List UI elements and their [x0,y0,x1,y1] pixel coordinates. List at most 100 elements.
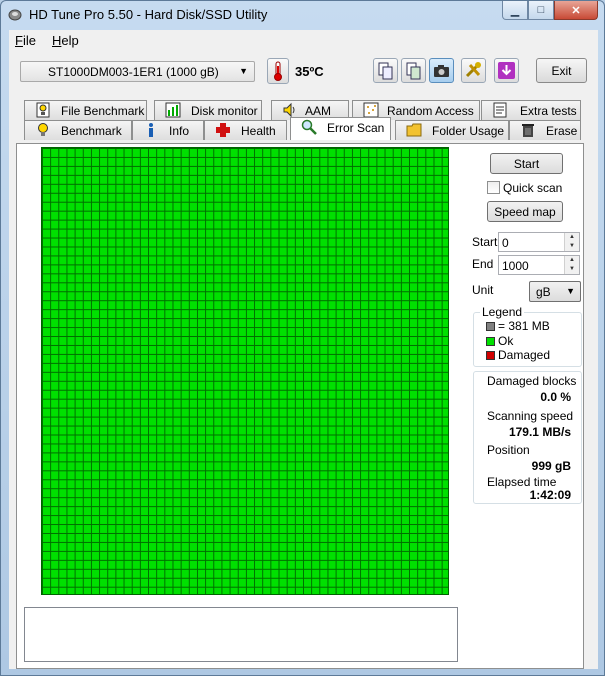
tab-health[interactable]: Health [204,120,287,140]
temperature-readout: 35ºC [295,64,324,79]
legend-ok: Ok [498,334,514,348]
damaged-swatch [486,351,495,360]
unit-select[interactable]: gB ▼ [529,281,581,302]
tab-file-benchmark-label: File Benchmark [61,104,145,118]
legend-block-size: = 381 MB [498,319,550,333]
tab-error-scan-label: Error Scan [327,121,385,135]
menu-file[interactable]: File [15,33,36,48]
menu-file-label: ile [22,33,36,48]
elapsed-time-label: Elapsed time [487,475,557,489]
spin-up-icon[interactable]: ▲ [565,233,579,242]
ok-swatch [486,337,495,346]
start-position-value: 0 [502,236,509,250]
copy-info-button[interactable] [373,58,398,83]
quick-scan-checkbox[interactable] [487,181,500,194]
hd-tune-app-icon [8,9,22,21]
lightbulb-icon [38,123,48,136]
options-button[interactable] [461,58,486,83]
exit-button[interactable]: Exit [536,58,587,83]
tab-aam-label: AAM [305,104,332,118]
tab-extra-tests-label: Extra tests [520,104,577,118]
legend-damaged: Damaged [498,348,551,362]
screenshot-button[interactable] [429,58,454,83]
scan-block-map [41,147,449,595]
tab-info-label: Info [169,124,190,138]
file-benchmark-icon [36,102,50,118]
menu-bar: File Help [9,30,598,50]
menu-help-label: elp [61,33,79,48]
tab-info[interactable]: Info [132,120,204,140]
damaged-blocks-value: 0.0 % [540,390,571,404]
start-scan-button[interactable]: Start [490,153,563,174]
close-button[interactable]: ✕ [554,1,598,20]
spin-down-icon[interactable]: ▼ [565,265,579,274]
app-window: HD Tune Pro 5.50 - Hard Disk/SSD Utility… [0,0,605,676]
minimize-icon: ▁ [510,4,520,17]
random-access-icon [363,102,379,118]
tab-folder-usage-label: Folder Usage [432,124,505,138]
window-title: HD Tune Pro 5.50 - Hard Disk/SSD Utility [29,7,268,22]
maximize-icon: □ [537,4,545,16]
health-cross-icon [216,123,230,137]
quick-scan-label[interactable]: Quick scan [503,181,562,195]
folder-icon [406,123,422,137]
toolbar: ST1000DM003-1ER1 (1000 gB) ▼ 35ºC Exit [9,52,598,92]
camera-icon [434,65,449,77]
end-position-value: 1000 [502,259,529,273]
title-bar[interactable]: HD Tune Pro 5.50 - Hard Disk/SSD Utility… [1,1,604,29]
tab-benchmark-label: Benchmark [61,124,122,138]
chevron-down-icon: ▼ [566,286,575,296]
minimize-button[interactable]: ▁ [502,1,528,20]
scan-log-box[interactable] [24,607,458,662]
position-label: Position [487,443,530,457]
menu-help[interactable]: Help [52,33,79,48]
start-position-stepper[interactable]: 0 ▲ ▼ [498,232,580,252]
damaged-blocks-label: Damaged blocks [487,374,577,388]
block-swatch [486,322,495,331]
speed-map-button[interactable]: Speed map [487,201,563,222]
thermometer-icon [267,58,289,84]
copy-all-icon [406,62,421,80]
unit-label: Unit [472,283,494,297]
tab-row-bottom: Benchmark Info Health Error Scan Folder … [9,117,598,140]
position-value: 999 gB [531,459,571,473]
end-field-label: End [472,257,494,271]
start-field-label: Start [472,235,498,249]
chevron-down-icon: ▼ [239,66,248,76]
unit-select-value: gB [536,285,551,299]
tab-file-benchmark[interactable]: File Benchmark [24,100,147,120]
save-button[interactable] [494,58,519,83]
error-scan-panel: Start Quick scan Speed map Start 0 ▲ ▼ En… [16,143,584,669]
tab-folder-usage[interactable]: Folder Usage [395,120,509,140]
tab-erase-label: Erase [546,124,578,138]
tab-disk-monitor-label: Disk monitor [191,104,258,118]
speaker-icon [283,102,295,118]
menu-help-accel: H [52,33,62,48]
close-icon: ✕ [571,4,581,17]
legend-title: Legend [480,305,525,319]
download-arrow-icon [498,62,515,79]
maximize-button[interactable]: □ [528,1,554,20]
menu-file-accel: F [15,33,23,48]
tab-disk-monitor[interactable]: Disk monitor [154,100,262,120]
end-position-stepper[interactable]: 1000 ▲ ▼ [498,255,580,275]
spin-up-icon[interactable]: ▲ [565,256,579,265]
info-icon [149,123,153,137]
tools-icon [465,62,481,78]
tab-health-label: Health [241,124,276,138]
magnifier-icon [301,119,317,135]
drive-select-value: ST1000DM003-1ER1 (1000 gB) [48,65,219,79]
tab-error-scan[interactable]: Error Scan [290,117,391,140]
drive-select[interactable]: ST1000DM003-1ER1 (1000 gB) ▼ [20,61,255,82]
tab-extra-tests[interactable]: Extra tests [481,100,581,120]
scanning-speed-label: Scanning speed [487,409,574,423]
tab-erase[interactable]: Erase [509,120,581,140]
copy-icon [378,62,393,80]
scanning-speed-value: 179.1 MB/s [508,425,571,439]
tab-benchmark[interactable]: Benchmark [24,120,132,140]
extra-tests-icon [493,102,507,118]
copy-all-button[interactable] [401,58,426,83]
tab-random-access-label: Random Access [387,104,474,118]
trash-icon [522,124,534,137]
spin-down-icon[interactable]: ▼ [565,242,579,251]
